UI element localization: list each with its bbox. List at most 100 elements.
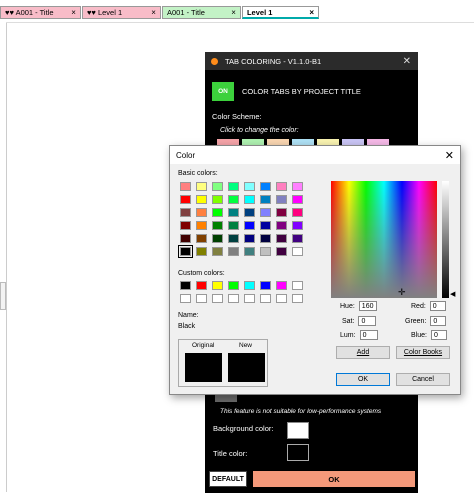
basic-color-swatch[interactable] — [180, 195, 191, 204]
color-spectrum[interactable] — [331, 181, 437, 298]
basic-color-swatch[interactable] — [292, 182, 303, 191]
custom-color-swatch[interactable] — [212, 294, 223, 303]
basic-color-swatch[interactable] — [276, 208, 287, 217]
background-color-swatch[interactable] — [287, 422, 309, 439]
document-tab[interactable]: A001 - Title × — [161, 6, 241, 19]
basic-color-swatch[interactable] — [196, 182, 207, 191]
custom-color-swatch[interactable] — [244, 294, 255, 303]
luminance-slider[interactable] — [442, 181, 449, 298]
custom-color-swatch[interactable] — [212, 281, 223, 290]
basic-color-swatch[interactable] — [228, 234, 239, 243]
basic-color-swatch[interactable] — [196, 195, 207, 204]
basic-color-swatch[interactable] — [212, 234, 223, 243]
luminance-arrow-icon[interactable]: ◀ — [450, 290, 455, 298]
basic-color-swatch[interactable] — [244, 195, 255, 204]
close-icon[interactable]: ✕ — [403, 56, 411, 67]
custom-color-swatch[interactable] — [180, 294, 191, 303]
close-icon[interactable]: ✕ — [445, 149, 454, 162]
title-color-swatch[interactable] — [287, 444, 309, 461]
close-tab-icon[interactable]: × — [231, 8, 236, 17]
custom-color-swatch[interactable] — [292, 294, 303, 303]
custom-color-swatch[interactable] — [292, 281, 303, 290]
tab-coloring-title: TAB COLORING - V1.1.0-B1 — [225, 56, 322, 66]
background-color-label: Background color: — [213, 424, 274, 433]
basic-color-swatch[interactable] — [180, 221, 191, 230]
new-label: New — [239, 342, 253, 349]
basic-color-swatch[interactable] — [276, 247, 287, 256]
green-input[interactable]: 0 — [430, 316, 447, 326]
custom-color-swatch[interactable] — [244, 281, 255, 290]
crosshair-icon[interactable]: ✛ — [398, 287, 406, 298]
document-tab[interactable]: ♥♥ Level 1 × — [81, 6, 161, 19]
basic-color-swatch[interactable] — [178, 245, 193, 258]
basic-color-swatch[interactable] — [196, 234, 207, 243]
red-input[interactable]: 0 — [429, 301, 446, 311]
custom-color-swatch[interactable] — [260, 294, 271, 303]
basic-color-swatch[interactable] — [244, 247, 255, 256]
basic-color-swatch[interactable] — [276, 221, 287, 230]
basic-color-swatch[interactable] — [228, 221, 239, 230]
basic-color-swatch[interactable] — [260, 221, 271, 230]
color-books-button[interactable]: Color Books — [396, 346, 450, 359]
color-tabs-toggle[interactable]: ON — [212, 82, 234, 101]
side-panel-handle[interactable] — [0, 282, 6, 310]
custom-color-swatch[interactable] — [196, 281, 207, 290]
basic-color-swatch[interactable] — [244, 234, 255, 243]
basic-color-swatch[interactable] — [212, 182, 223, 191]
basic-color-swatch[interactable] — [292, 247, 303, 256]
basic-color-swatch[interactable] — [244, 208, 255, 217]
custom-color-swatch[interactable] — [260, 281, 271, 290]
scheme-option-swatch[interactable] — [215, 394, 237, 402]
color-dialog-cancel-button[interactable]: Cancel — [396, 373, 450, 386]
custom-color-swatch[interactable] — [276, 294, 287, 303]
close-tab-icon[interactable]: × — [309, 8, 314, 17]
basic-color-swatch[interactable] — [228, 195, 239, 204]
blue-label: Blue: — [411, 331, 427, 339]
basic-color-swatch[interactable] — [180, 208, 191, 217]
close-tab-icon[interactable]: × — [71, 8, 76, 17]
blue-input[interactable]: 0 — [430, 330, 447, 340]
hue-input[interactable]: 160 — [358, 301, 377, 311]
basic-color-swatch[interactable] — [212, 195, 223, 204]
basic-color-swatch[interactable] — [276, 182, 287, 191]
basic-color-swatch[interactable] — [292, 234, 303, 243]
document-tab[interactable]: ♥♥ A001 - Title × — [0, 6, 81, 19]
sat-input[interactable]: 0 — [358, 316, 377, 326]
document-tab[interactable]: Level 1 × — [241, 6, 319, 19]
basic-color-swatch[interactable] — [228, 182, 239, 191]
basic-color-swatch[interactable] — [212, 221, 223, 230]
basic-color-swatch[interactable] — [212, 247, 223, 256]
basic-color-swatch[interactable] — [228, 208, 239, 217]
default-button[interactable]: DEFAULT — [209, 471, 247, 487]
custom-color-swatch[interactable] — [228, 294, 239, 303]
color-dialog-ok-button[interactable]: OK — [336, 373, 390, 386]
basic-color-swatch[interactable] — [228, 247, 239, 256]
basic-color-swatch[interactable] — [276, 234, 287, 243]
basic-color-swatch[interactable] — [196, 247, 207, 256]
basic-color-swatch[interactable] — [196, 221, 207, 230]
basic-color-swatch[interactable] — [196, 208, 207, 217]
add-custom-color-button[interactable]: Add — [336, 346, 390, 359]
original-label: Original — [192, 342, 215, 349]
basic-color-swatch[interactable] — [260, 182, 271, 191]
custom-color-swatch[interactable] — [276, 281, 287, 290]
basic-color-swatch[interactable] — [276, 195, 287, 204]
basic-color-swatch[interactable] — [180, 182, 191, 191]
custom-color-swatch[interactable] — [196, 294, 207, 303]
tab-coloring-ok-button[interactable]: OK — [253, 471, 415, 487]
custom-color-swatch[interactable] — [180, 281, 191, 290]
basic-color-swatch[interactable] — [244, 182, 255, 191]
basic-color-swatch[interactable] — [260, 208, 271, 217]
custom-color-swatch[interactable] — [228, 281, 239, 290]
basic-color-swatch[interactable] — [260, 247, 271, 256]
close-tab-icon[interactable]: × — [151, 8, 156, 17]
basic-color-swatch[interactable] — [260, 195, 271, 204]
basic-color-swatch[interactable] — [244, 221, 255, 230]
basic-color-swatch[interactable] — [292, 208, 303, 217]
basic-color-swatch[interactable] — [212, 208, 223, 217]
basic-color-swatch[interactable] — [180, 234, 191, 243]
basic-color-swatch[interactable] — [292, 221, 303, 230]
basic-color-swatch[interactable] — [260, 234, 271, 243]
basic-color-swatch[interactable] — [292, 195, 303, 204]
lum-input[interactable]: 0 — [359, 330, 378, 340]
